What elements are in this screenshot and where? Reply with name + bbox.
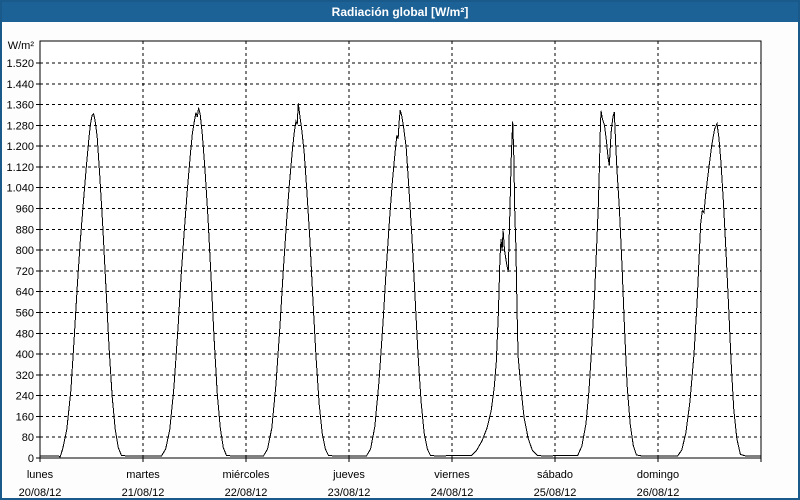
svg-text:0: 0: [28, 453, 34, 465]
svg-text:320: 320: [16, 370, 34, 382]
svg-text:martes: martes: [126, 469, 160, 481]
svg-text:1.360: 1.360: [6, 100, 34, 112]
svg-text:20/08/12: 20/08/12: [19, 487, 62, 498]
svg-text:1.040: 1.040: [6, 183, 34, 195]
svg-text:1.200: 1.200: [6, 141, 34, 153]
svg-text:880: 880: [16, 224, 34, 236]
svg-text:W/m²: W/m²: [8, 40, 35, 52]
svg-text:jueves: jueves: [332, 469, 365, 481]
radiation-line-chart: 0 80 160 240 320 400 480 560 640 720 800 880 960 1.04…: [6, 40, 762, 498]
svg-text:400: 400: [16, 349, 34, 361]
svg-text:miércoles: miércoles: [222, 469, 270, 481]
svg-text:sábado: sábado: [537, 469, 573, 481]
svg-text:560: 560: [16, 307, 34, 319]
svg-text:24/08/12: 24/08/12: [431, 487, 474, 498]
svg-text:lunes: lunes: [27, 469, 54, 481]
window-title-bar: Radiación global [W/m²]: [2, 2, 798, 22]
svg-text:domingo: domingo: [637, 469, 679, 481]
svg-text:80: 80: [22, 432, 34, 444]
svg-text:1.280: 1.280: [6, 120, 34, 132]
svg-text:640: 640: [16, 287, 34, 299]
svg-text:22/08/12: 22/08/12: [225, 487, 268, 498]
svg-text:480: 480: [16, 328, 34, 340]
chart-area: 0 80 160 240 320 400 480 560 640 720 800 880 960 1.04…: [2, 22, 798, 498]
window-title: Radiación global [W/m²]: [331, 5, 469, 19]
radiation-window: Radiación global [W/m²] 0 80 160 240 320 400 4…: [0, 0, 800, 500]
svg-text:23/08/12: 23/08/12: [328, 487, 371, 498]
svg-text:1.440: 1.440: [6, 79, 34, 91]
svg-text:25/08/12: 25/08/12: [534, 487, 577, 498]
svg-text:1.120: 1.120: [6, 162, 34, 174]
svg-text:720: 720: [16, 266, 34, 278]
svg-text:1.520: 1.520: [6, 58, 34, 70]
svg-text:26/08/12: 26/08/12: [637, 487, 680, 498]
svg-text:960: 960: [16, 204, 34, 216]
svg-text:21/08/12: 21/08/12: [122, 487, 165, 498]
svg-text:800: 800: [16, 245, 34, 257]
svg-text:160: 160: [16, 411, 34, 423]
svg-text:240: 240: [16, 391, 34, 403]
svg-text:viernes: viernes: [434, 469, 470, 481]
